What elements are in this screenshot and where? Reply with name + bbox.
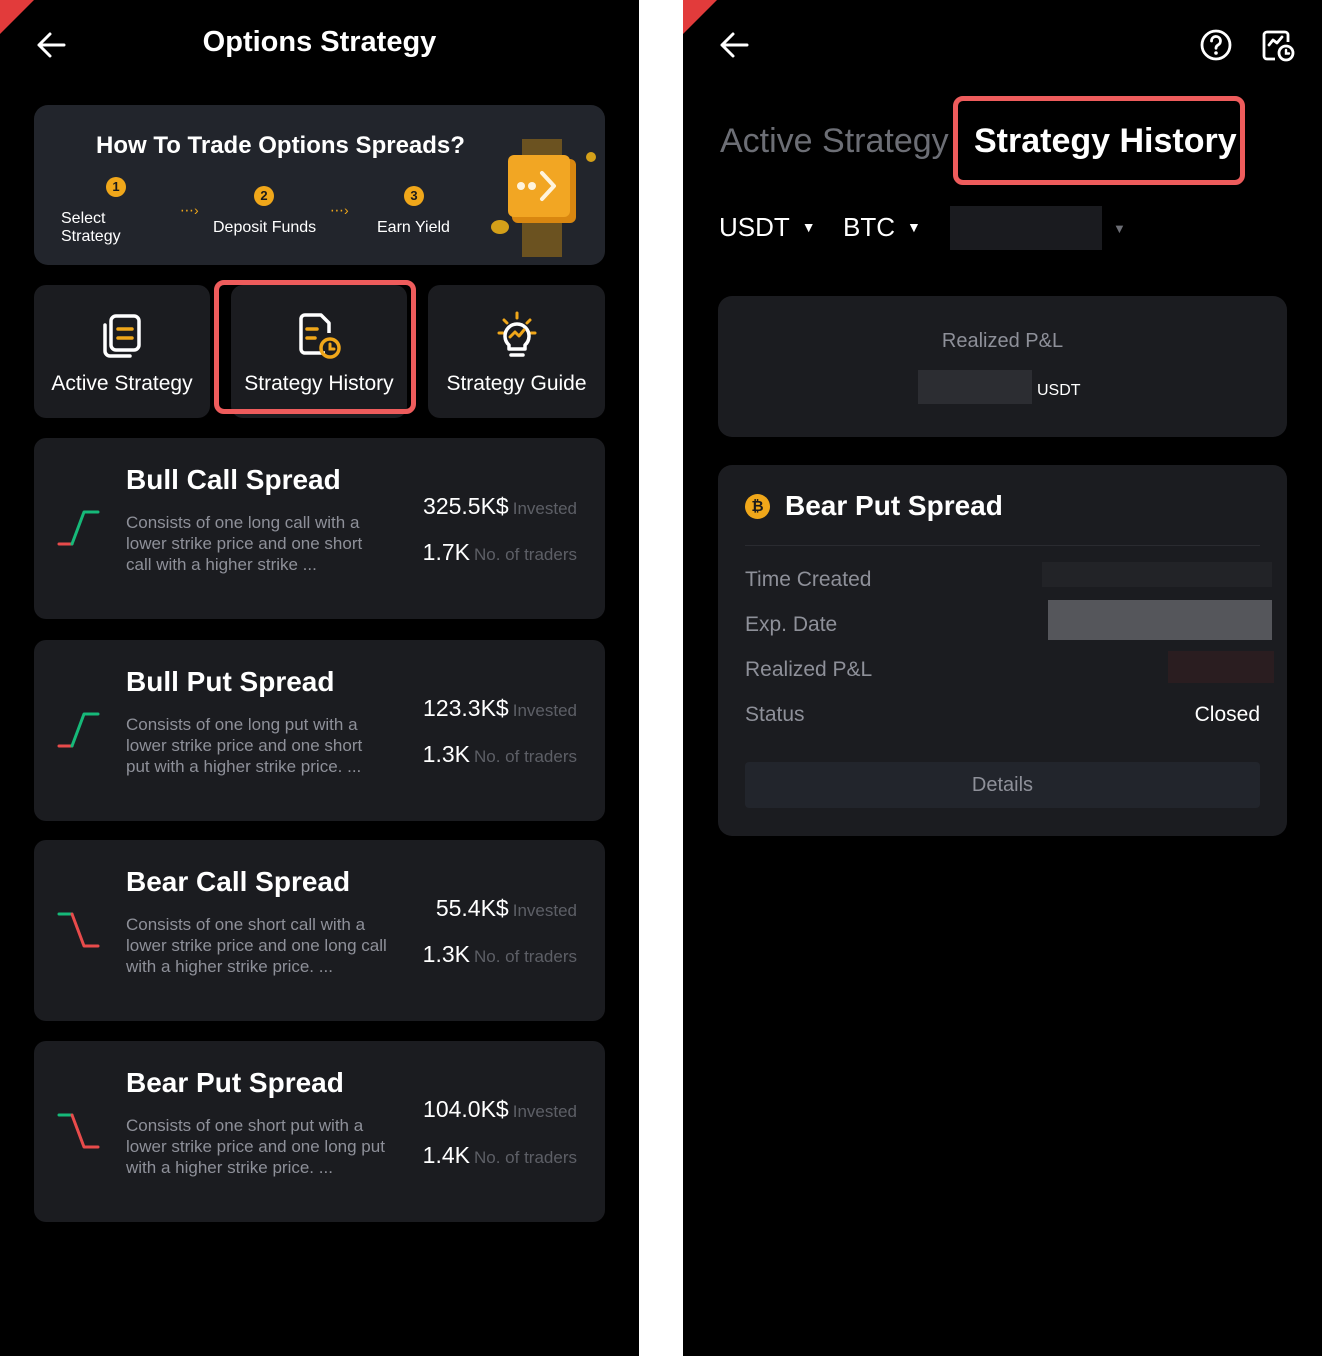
- redacted-exp-date: [1048, 600, 1272, 640]
- back-arrow-icon[interactable]: [717, 28, 751, 62]
- details-button[interactable]: Details: [745, 762, 1260, 808]
- step-1-label: Select Strategy: [61, 210, 121, 245]
- caret-down-icon: ▼: [907, 219, 921, 235]
- page-title: Options Strategy: [202, 26, 437, 58]
- traders-label: No. of traders: [474, 747, 577, 766]
- bear-trend-icon: [57, 1113, 100, 1149]
- status-value: Closed: [1194, 703, 1260, 726]
- bear-trend-icon: [57, 912, 100, 948]
- strategy-card-bear-call[interactable]: Bear Call Spread Consists of one short c…: [34, 840, 605, 1021]
- highlight-box: [214, 280, 416, 414]
- caret-down-icon[interactable]: ▼: [1113, 221, 1126, 236]
- strategy-description: Consists of one long put with a lower st…: [126, 715, 363, 776]
- realized-pnl-label: Realized P&L: [745, 658, 873, 681]
- invested-value: 104.0K$: [423, 1096, 509, 1122]
- invested-stat: 55.4K$ Invested: [436, 895, 577, 922]
- tab-active-strategy[interactable]: Active Strategy: [720, 122, 949, 161]
- summary-label: Realized P&L: [941, 330, 1064, 352]
- strategy-name: Bull Put Spread: [126, 666, 335, 697]
- traders-label: No. of traders: [474, 1148, 577, 1167]
- traders-stat: 1.3K No. of traders: [423, 941, 577, 968]
- position-name: Bear Put Spread: [785, 490, 1003, 521]
- coin-filter[interactable]: BTC ▼: [843, 212, 921, 243]
- strategy-name: Bear Call Spread: [126, 866, 351, 897]
- strategy-card-bear-put[interactable]: Bear Put Spread Consists of one short pu…: [34, 1041, 605, 1222]
- corner-marker: [683, 0, 717, 34]
- invested-stat: 123.3K$ Invested: [423, 695, 577, 722]
- documents-icon: [103, 314, 141, 358]
- lightbulb-icon: [497, 311, 536, 357]
- invested-value: 123.3K$: [423, 695, 509, 721]
- traders-label: No. of traders: [474, 947, 577, 966]
- invested-stat: 104.0K$ Invested: [423, 1096, 577, 1123]
- divider: [745, 545, 1260, 546]
- tile-label: Active Strategy: [51, 372, 193, 395]
- invested-label: Invested: [512, 1102, 577, 1121]
- step-1-badge: 1: [106, 177, 126, 197]
- traders-value: 1.3K: [422, 941, 470, 967]
- strategy-name: Bull Call Spread: [126, 464, 341, 495]
- bull-trend-icon: [57, 712, 100, 748]
- step-3-badge: 3: [404, 186, 424, 206]
- strategy-illustration-icon: [491, 139, 596, 257]
- invested-label: Invested: [512, 499, 577, 518]
- redacted-pnl-value: [918, 370, 1032, 404]
- realized-pnl-summary: Realized P&L USDT: [718, 296, 1287, 437]
- time-created-label: Time Created: [745, 568, 872, 591]
- invested-value: 325.5K$: [423, 493, 509, 519]
- coin-filter-label: BTC: [843, 212, 895, 242]
- strategy-name: Bear Put Spread: [126, 1067, 344, 1098]
- traders-value: 1.4K: [422, 1142, 470, 1168]
- invested-label: Invested: [512, 901, 577, 920]
- tile-label: Strategy Guide: [446, 372, 587, 395]
- redacted-date-filter[interactable]: [950, 206, 1102, 250]
- invested-label: Invested: [512, 701, 577, 720]
- strategy-history-screen: Active Strategy Strategy History USDT ▼ B…: [683, 0, 1322, 1356]
- currency-filter[interactable]: USDT ▼: [719, 212, 816, 243]
- strategy-card-bull-put[interactable]: Bull Put Spread Consists of one long put…: [34, 640, 605, 821]
- strategy-description: Consists of one long call with a lower s…: [126, 513, 363, 574]
- traders-value: 1.3K: [422, 741, 470, 767]
- highlight-box: [953, 96, 1245, 185]
- invested-stat: 325.5K$ Invested: [423, 493, 577, 520]
- caret-down-icon: ▼: [801, 219, 816, 235]
- step-3-label: Earn Yield: [377, 219, 450, 236]
- exp-date-label: Exp. Date: [745, 613, 838, 636]
- step-arrow-icon: ⋯›: [330, 202, 349, 218]
- strategy-card-bull-call[interactable]: Bull Call Spread Consists of one long ca…: [34, 438, 605, 619]
- traders-label: No. of traders: [474, 545, 577, 564]
- strategy-description: Consists of one short call with a lower …: [126, 915, 387, 976]
- redacted-realized-pnl: [1168, 651, 1274, 683]
- traders-stat: 1.7K No. of traders: [423, 539, 577, 566]
- traders-value: 1.7K: [422, 539, 470, 565]
- summary-unit: USDT: [1037, 382, 1081, 399]
- redacted-time-created: [1042, 562, 1272, 587]
- order-history-icon[interactable]: [1261, 28, 1295, 62]
- how-to-banner[interactable]: How To Trade Options Spreads? 1 Select S…: [34, 105, 605, 265]
- tile-active-strategy[interactable]: Active Strategy: [34, 285, 210, 418]
- invested-value: 55.4K$: [435, 895, 509, 921]
- tile-strategy-guide[interactable]: Strategy Guide: [428, 285, 605, 418]
- step-2-badge: 2: [254, 186, 274, 206]
- position-card: ₿ Bear Put Spread Time Created Exp. Date…: [718, 465, 1287, 836]
- bitcoin-icon: ₿: [745, 494, 770, 519]
- options-strategy-screen: Options Strategy How To Trade Options Sp…: [0, 0, 639, 1356]
- traders-stat: 1.4K No. of traders: [423, 1142, 577, 1169]
- currency-filter-label: USDT: [719, 212, 790, 242]
- step-2-label: Deposit Funds: [213, 219, 317, 236]
- step-arrow-icon: ⋯›: [180, 202, 199, 218]
- banner-title: How To Trade Options Spreads?: [96, 132, 465, 159]
- traders-stat: 1.3K No. of traders: [423, 741, 577, 768]
- help-icon[interactable]: [1199, 28, 1233, 62]
- bull-trend-icon: [57, 510, 100, 546]
- strategy-description: Consists of one short put with a lower s…: [126, 1116, 385, 1177]
- status-label: Status: [745, 703, 805, 726]
